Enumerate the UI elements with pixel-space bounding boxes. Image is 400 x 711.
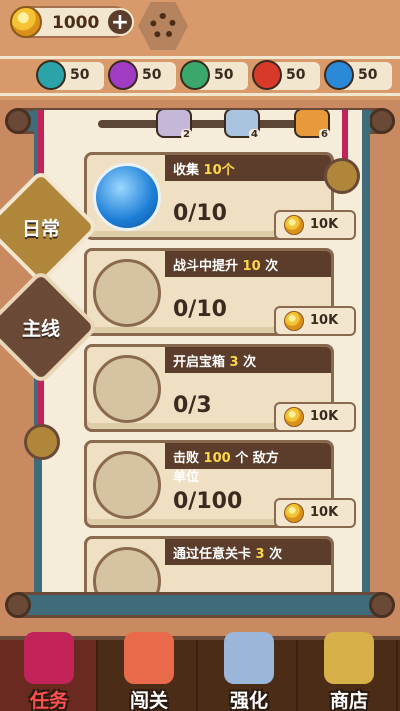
milestone-chest-icon[interactable]: 4 xyxy=(224,110,260,140)
milestone-label: 4 xyxy=(249,129,260,140)
side-tab-label: 日常 xyxy=(21,218,60,240)
purple-gem-icon xyxy=(108,60,138,90)
coin-icon xyxy=(284,311,304,331)
nav-label: 闯关 xyxy=(129,690,168,711)
task-title-number: 3 xyxy=(255,547,265,562)
nav-stages[interactable]: 闯关 xyxy=(100,632,198,711)
coin-icon xyxy=(284,503,304,523)
task-card: 通过任意关卡 3 次 xyxy=(84,536,334,594)
task-title-bar: 开启宝箱 3 次 xyxy=(165,347,331,373)
nav-label: 强化 xyxy=(229,690,268,711)
task-title-text: 收集 xyxy=(173,163,204,178)
task-title-number: 10 xyxy=(242,259,261,274)
rod-cap-right xyxy=(369,592,395,618)
task-title: 收集 10个 xyxy=(173,159,235,178)
task-title-suffix: 次 xyxy=(260,259,279,274)
nav-shop-icon xyxy=(324,632,374,684)
claim-reward-button[interactable]: 10K xyxy=(274,498,356,528)
nav-tasks-icon xyxy=(24,632,74,684)
nav-shop[interactable]: 商店 xyxy=(300,632,398,711)
task-title-number: 10个 xyxy=(203,163,235,178)
reward-amount: 10K xyxy=(310,217,339,232)
task-title-bar: 击败 100 个 敌方 单位 xyxy=(165,443,331,485)
milestone-label: 6 xyxy=(319,129,330,140)
task-title-text: 击败 xyxy=(173,451,204,466)
resource-value: 50 xyxy=(70,67,90,83)
task-title-text: 战斗中提升 xyxy=(173,259,243,274)
task-title-bar: 收集 10个 xyxy=(165,155,331,181)
rod-cap-left xyxy=(5,108,31,134)
resource-value: 50 xyxy=(358,67,378,83)
nav-tasks[interactable]: 任务 xyxy=(0,632,98,711)
paw-icon xyxy=(324,158,360,194)
side-tab-label: 主线 xyxy=(21,318,60,340)
task-title-number: 3 xyxy=(229,355,239,370)
task-progress: 0/10 xyxy=(173,201,227,226)
task-title-text: 通过任意关卡 xyxy=(173,547,256,562)
task-progress: 0/10 xyxy=(173,297,227,322)
blue-gem-icon xyxy=(324,60,354,90)
rod-cap-right xyxy=(369,108,395,134)
resource-counter: 50 xyxy=(252,60,320,90)
rod-cap-left xyxy=(5,592,31,618)
bottom-nav: 任务 闯关 强化 商店 xyxy=(0,632,400,711)
nav-stages-icon xyxy=(124,632,174,684)
paw-icon xyxy=(24,424,60,460)
teal-gem-icon xyxy=(36,60,66,90)
task-icon xyxy=(93,355,161,423)
milestone-progress-track: 2 4 6 xyxy=(98,110,330,140)
claim-reward-button[interactable]: 10K xyxy=(274,306,356,336)
task-title: 通过任意关卡 3 次 xyxy=(173,543,282,562)
nav-upgrade[interactable]: 强化 xyxy=(200,632,298,711)
task-icon xyxy=(93,451,161,519)
task-title-suffix: 次 xyxy=(264,547,283,562)
red-gem-icon xyxy=(252,60,282,90)
reward-amount: 10K xyxy=(310,409,339,424)
task-icon xyxy=(93,259,161,327)
claim-reward-button[interactable]: 10K xyxy=(274,210,356,240)
plus-icon: + xyxy=(110,10,130,35)
task-title: 击败 100 个 敌方 单位 xyxy=(173,447,279,485)
resource-counter: 50 xyxy=(108,60,176,90)
resource-counter: 50 xyxy=(180,60,248,90)
green-gem-icon xyxy=(180,60,210,90)
resource-value: 50 xyxy=(214,67,234,83)
nav-upgrade-icon xyxy=(224,632,274,684)
nav-label: 任务 xyxy=(29,690,68,711)
task-title-text: 开启宝箱 xyxy=(173,355,230,370)
task-title-bar: 战斗中提升 10 次 xyxy=(165,251,331,277)
resource-counter: 50 xyxy=(324,60,392,90)
coin-icon xyxy=(284,407,304,427)
task-icon xyxy=(93,163,161,231)
milestone-chest-icon[interactable]: 6 xyxy=(294,110,330,140)
reward-amount: 10K xyxy=(310,313,339,328)
milestone-label: 2 xyxy=(181,129,192,140)
gear-icon xyxy=(150,13,176,39)
task-panel: 2 4 6 收集 10个 0/10 10K 战斗中提升 10 次 0/10 10K 开启宝箱 3… xyxy=(34,110,370,594)
task-icon xyxy=(93,547,161,594)
resource-counter: 50 xyxy=(36,60,104,90)
coin-icon xyxy=(284,215,304,235)
task-title: 战斗中提升 10 次 xyxy=(173,255,278,274)
nav-label: 商店 xyxy=(329,690,368,711)
coin-amount: 1000 xyxy=(52,13,100,33)
task-title-number: 100 xyxy=(203,451,231,466)
claim-reward-button[interactable]: 10K xyxy=(274,402,356,432)
task-title-suffix: 次 xyxy=(238,355,257,370)
scroll-bottom-rod xyxy=(5,592,395,618)
reward-amount: 10K xyxy=(310,505,339,520)
settings-button[interactable] xyxy=(138,2,188,50)
right-rope xyxy=(342,110,348,160)
task-progress: 0/100 xyxy=(173,489,243,514)
task-title: 开启宝箱 3 次 xyxy=(173,351,256,370)
milestone-chest-icon[interactable]: 2 xyxy=(156,110,192,140)
resource-value: 50 xyxy=(286,67,306,83)
task-progress: 0/3 xyxy=(173,393,212,418)
coin-icon xyxy=(10,6,42,38)
task-title-bar: 通过任意关卡 3 次 xyxy=(165,539,331,565)
resource-value: 50 xyxy=(142,67,162,83)
add-coins-button[interactable]: + xyxy=(106,8,134,36)
